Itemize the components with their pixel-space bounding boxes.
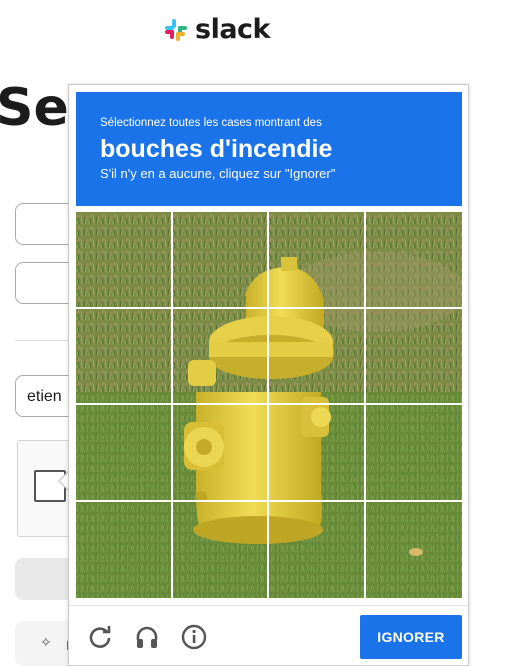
grid-tile[interactable] [76,501,173,598]
grid-tile[interactable] [269,212,366,309]
grid-tile[interactable] [76,212,173,309]
grid-tile[interactable] [172,405,269,502]
divider [15,340,75,341]
grid-tile[interactable] [269,405,366,502]
challenge-header: Sélectionnez toutes les cases montrant d… [76,92,462,206]
info-icon[interactable] [181,624,207,650]
slack-hash-icon [165,18,187,41]
grid-tile[interactable] [172,308,269,405]
grid-tile[interactable] [269,308,366,405]
grid-tile[interactable] [365,405,462,502]
challenge-instruction: Sélectionnez toutes les cases montrant d… [100,117,322,129]
grid-tile[interactable] [269,501,366,598]
headphones-icon[interactable] [134,624,160,650]
skip-button[interactable]: IGNORER [360,615,462,659]
slack-logo: slack [163,14,271,45]
slack-wordmark: slack [195,14,271,45]
grid-tile[interactable] [365,309,462,405]
grid-tile[interactable] [76,405,173,502]
recaptcha-challenge: Sélectionnez toutes les cases montrant d… [68,84,469,666]
reload-icon[interactable] [87,624,113,650]
challenge-target: bouches d'incendie [100,135,333,163]
tile-grid [76,212,462,598]
challenge-footer: IGNORER [69,605,468,666]
grid-tile[interactable] [76,308,173,405]
grid-tile[interactable] [173,501,269,598]
challenge-hint: S'il n'y en a aucune, cliquez sur "Ignor… [100,166,336,181]
sparkle-icon: ✧ [40,634,52,650]
grid-tile[interactable] [366,502,463,599]
grid-tile[interactable] [365,212,462,309]
image-grid [76,212,462,598]
grid-tile[interactable] [172,212,269,309]
